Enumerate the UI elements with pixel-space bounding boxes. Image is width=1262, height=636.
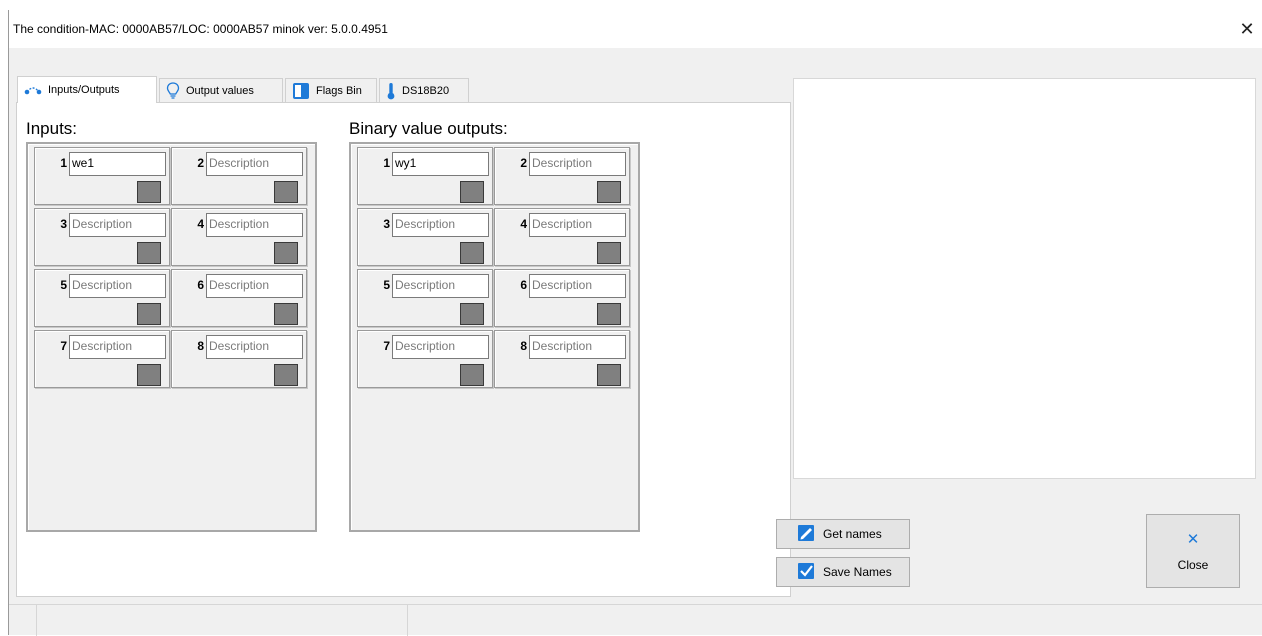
outputs-group: 1 wy1 2 Description 3 Description 4 Desc… — [349, 142, 640, 532]
input-state-indicator — [137, 364, 161, 386]
save-names-button[interactable]: Save Names — [776, 557, 910, 587]
input-cell-8: 8 Description — [171, 330, 307, 388]
output-cell-7: 7 Description — [357, 330, 493, 388]
tab-label: Output values — [186, 84, 254, 97]
tab-ds18b20[interactable]: DS18B20 — [379, 78, 469, 102]
output-number: 6 — [520, 278, 527, 292]
io-connection-icon — [24, 85, 42, 95]
output-number: 5 — [383, 278, 390, 292]
input-cell-5: 5 Description — [34, 269, 170, 327]
input-state-indicator — [274, 242, 298, 264]
tab-label: Flags Bin — [316, 84, 362, 97]
input-state-indicator — [274, 364, 298, 386]
close-button[interactable]: ✕ Close — [1146, 514, 1240, 588]
output-cell-1: 1 wy1 — [357, 147, 493, 205]
outputs-title: Binary value outputs: — [349, 119, 508, 138]
output-state-indicator[interactable] — [597, 242, 621, 264]
thermometer-icon — [386, 82, 396, 100]
input-cell-1: 1 we1 — [34, 147, 170, 205]
input-state-indicator — [274, 181, 298, 203]
output-cell-6: 6 Description — [494, 269, 630, 327]
output-number: 3 — [383, 217, 390, 231]
tab-label: DS18B20 — [402, 84, 450, 97]
input-cell-4: 4 Description — [171, 208, 307, 266]
output-state-indicator[interactable] — [597, 364, 621, 386]
input-state-indicator — [137, 181, 161, 203]
tab-inputs-outputs[interactable]: Inputs/Outputs — [17, 76, 157, 103]
get-names-label: Get names — [823, 527, 882, 541]
dialog-window: The condition-MAC: 0000AB57/LOC: 0000AB5… — [8, 10, 1262, 636]
log-panel — [793, 78, 1256, 479]
flag-bin-icon — [292, 82, 310, 100]
close-icon: ✕ — [1186, 531, 1200, 548]
status-segment — [37, 605, 408, 636]
input-number: 4 — [197, 217, 204, 231]
input-cell-7: 7 Description — [34, 330, 170, 388]
tab-flags-bin[interactable]: Flags Bin — [285, 78, 377, 102]
output-state-indicator[interactable] — [460, 364, 484, 386]
tab-label: Inputs/Outputs — [48, 84, 120, 96]
tab-output-values[interactable]: Output values — [159, 78, 283, 102]
output-description-field[interactable]: Description — [529, 274, 626, 298]
output-cell-3: 3 Description — [357, 208, 493, 266]
lightbulb-icon — [166, 82, 180, 99]
output-state-indicator[interactable] — [460, 303, 484, 325]
input-description-field[interactable]: Description — [206, 335, 303, 359]
input-number: 1 — [60, 156, 67, 170]
input-cell-6: 6 Description — [171, 269, 307, 327]
input-description-field[interactable]: Description — [69, 213, 166, 237]
output-cell-2: 2 Description — [494, 147, 630, 205]
output-description-field[interactable]: Description — [392, 274, 489, 298]
output-cell-5: 5 Description — [357, 269, 493, 327]
input-number: 3 — [60, 217, 67, 231]
input-description-field[interactable]: Description — [206, 152, 303, 176]
status-bar — [9, 604, 1262, 636]
input-number: 5 — [60, 278, 67, 292]
save-names-label: Save Names — [823, 565, 892, 579]
output-state-indicator[interactable] — [597, 303, 621, 325]
input-cell-2: 2 Description — [171, 147, 307, 205]
output-description-field[interactable]: Description — [529, 335, 626, 359]
window-title: The condition-MAC: 0000AB57/LOC: 0000AB5… — [13, 22, 388, 36]
output-cell-8: 8 Description — [494, 330, 630, 388]
input-description-field[interactable]: Description — [206, 213, 303, 237]
output-state-indicator[interactable] — [460, 242, 484, 264]
output-number: 8 — [520, 339, 527, 353]
input-description-field[interactable]: Description — [69, 274, 166, 298]
input-cell-3: 3 Description — [34, 208, 170, 266]
input-state-indicator — [137, 242, 161, 264]
output-cell-4: 4 Description — [494, 208, 630, 266]
output-description-field[interactable]: wy1 — [392, 152, 489, 176]
status-segment — [9, 605, 37, 636]
output-state-indicator[interactable] — [460, 181, 484, 203]
output-description-field[interactable]: Description — [529, 152, 626, 176]
output-number: 2 — [520, 156, 527, 170]
input-number: 7 — [60, 339, 67, 353]
save-sheet-icon — [797, 562, 817, 583]
window-close-icon[interactable]: ✕ — [1236, 18, 1258, 40]
output-description-field[interactable]: Description — [392, 213, 489, 237]
input-number: 8 — [197, 339, 204, 353]
inputs-outputs-panel: Inputs: 1 we1 2 Description 3 Descriptio… — [16, 102, 791, 597]
inputs-title: Inputs: — [26, 119, 78, 138]
edit-sheet-icon — [797, 524, 817, 545]
close-label: Close — [1177, 558, 1209, 572]
output-description-field[interactable]: Description — [529, 213, 626, 237]
input-description-field[interactable]: Description — [206, 274, 303, 298]
title-bar: The condition-MAC: 0000AB57/LOC: 0000AB5… — [9, 10, 1262, 48]
output-state-indicator[interactable] — [597, 181, 621, 203]
output-number: 7 — [383, 339, 390, 353]
input-state-indicator — [274, 303, 298, 325]
input-state-indicator — [137, 303, 161, 325]
input-number: 6 — [197, 278, 204, 292]
input-description-field[interactable]: Description — [69, 335, 166, 359]
input-number: 2 — [197, 156, 204, 170]
input-description-field[interactable]: we1 — [69, 152, 166, 176]
inputs-group: 1 we1 2 Description 3 Description 4 Desc… — [26, 142, 317, 532]
output-number: 1 — [383, 156, 390, 170]
output-description-field[interactable]: Description — [392, 335, 489, 359]
get-names-button[interactable]: Get names — [776, 519, 910, 549]
output-number: 4 — [520, 217, 527, 231]
